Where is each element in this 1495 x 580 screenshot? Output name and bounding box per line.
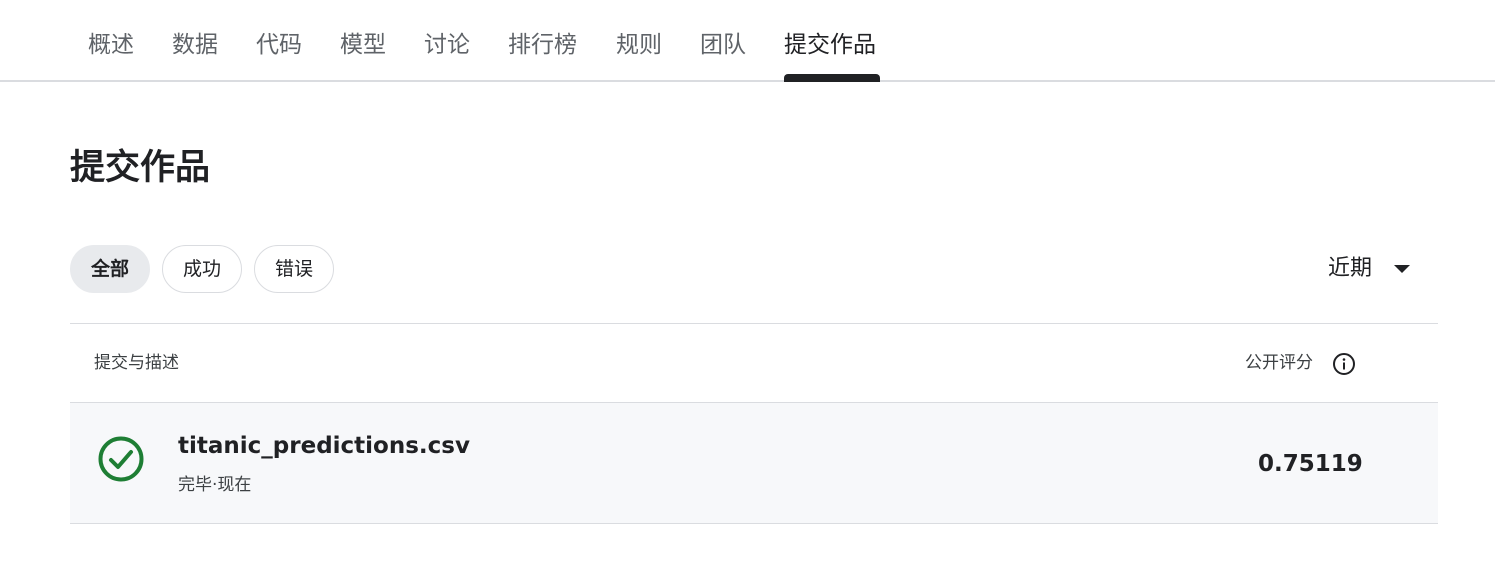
submission-status-text: 完毕·现在	[178, 475, 252, 495]
caret-down-icon[interactable]	[1394, 265, 1410, 273]
tab-leaderboard[interactable]: 排行榜	[508, 26, 577, 82]
filter-chip-error[interactable]: 错误	[254, 245, 334, 293]
check-circle-icon	[98, 436, 144, 482]
tab-code[interactable]: 代码	[256, 26, 302, 82]
tab-rules[interactable]: 规则	[616, 26, 662, 82]
sort-dropdown[interactable]: 近期	[1328, 250, 1372, 288]
tab-models[interactable]: 模型	[340, 26, 386, 82]
table-top-divider	[70, 323, 1438, 324]
page-title: 提交作品	[70, 148, 211, 188]
submission-file-name[interactable]: titanic_predictions.csv	[178, 430, 470, 462]
table-row[interactable]: titanic_predictions.csv 完毕·现在 0.75119	[70, 403, 1438, 524]
public-score-value: 0.75119	[1258, 451, 1363, 477]
info-icon[interactable]	[1332, 352, 1356, 376]
tab-team[interactable]: 团队	[700, 26, 746, 82]
active-tab-indicator	[784, 74, 880, 82]
filter-chip-success[interactable]: 成功	[162, 245, 242, 293]
column-header-public-score: 公开评分	[1245, 353, 1313, 373]
tab-discussion[interactable]: 讨论	[424, 26, 470, 82]
tab-overview[interactable]: 概述	[88, 26, 134, 82]
filter-chip-all[interactable]: 全部	[70, 245, 150, 293]
column-header-submission: 提交与描述	[94, 353, 179, 373]
tab-data[interactable]: 数据	[172, 26, 218, 82]
tab-bar: 概述 数据 代码 模型 讨论 排行榜 规则 团队 提交作品	[0, 0, 1495, 82]
